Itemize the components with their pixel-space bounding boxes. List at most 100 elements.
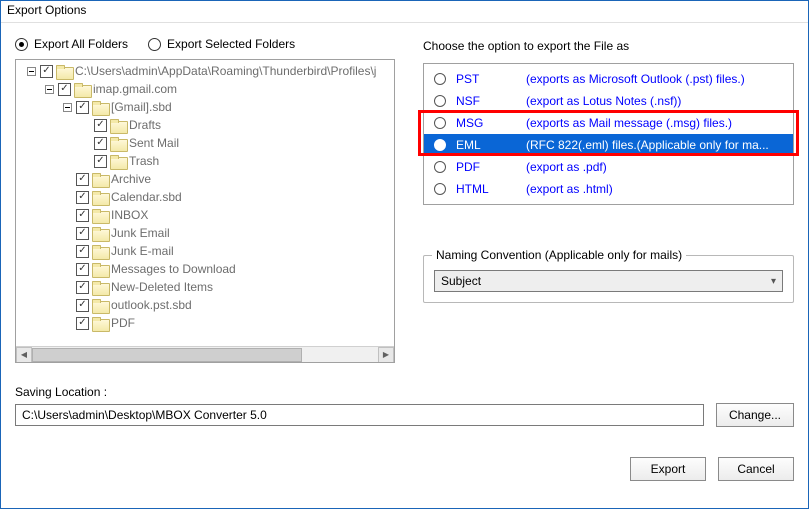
tree-checkbox[interactable]: [76, 245, 89, 258]
tree-item-label: INBOX: [111, 208, 148, 222]
tree-item-label: Junk E-mail: [111, 244, 174, 258]
format-option-pdf[interactable]: PDF (export as .pdf): [424, 156, 793, 178]
tree-collapse-icon[interactable]: [61, 101, 73, 113]
export-options-window: Export Options Export All Folders Export…: [0, 0, 809, 509]
saving-location-value: C:\Users\admin\Desktop\MBOX Converter 5.…: [22, 408, 267, 422]
tree-expander-placeholder: [61, 245, 73, 257]
tree-row[interactable]: Trash: [18, 152, 394, 170]
tree-indent: [18, 233, 58, 234]
tree-item-label: imap.gmail.com: [93, 82, 177, 96]
cancel-button[interactable]: Cancel: [718, 457, 794, 481]
change-button[interactable]: Change...: [716, 403, 794, 427]
tree-row[interactable]: Junk E-mail: [18, 242, 394, 260]
scroll-track[interactable]: [32, 347, 378, 363]
radio-export-selected[interactable]: Export Selected Folders: [148, 37, 295, 51]
format-option-eml[interactable]: EML(RFC 822(.eml) files.(Applicable only…: [424, 134, 793, 156]
tree-row[interactable]: Calendar.sbd: [18, 188, 394, 206]
tree-row[interactable]: New-Deleted Items: [18, 278, 394, 296]
tree-row[interactable]: Drafts: [18, 116, 394, 134]
tree-indent: [18, 287, 58, 288]
tree-row[interactable]: C:\Users\admin\AppData\Roaming\Thunderbi…: [18, 62, 394, 80]
radio-icon: [434, 73, 446, 85]
format-name: PST: [456, 72, 516, 86]
tree-collapse-icon[interactable]: [25, 65, 37, 77]
tree-row[interactable]: outlook.pst.sbd: [18, 296, 394, 314]
tree-checkbox[interactable]: [94, 155, 107, 168]
tree-checkbox[interactable]: [94, 119, 107, 132]
tree-item-label: Calendar.sbd: [111, 190, 182, 204]
horizontal-scrollbar[interactable]: ◀ ▶: [16, 346, 394, 362]
saving-location-section: Saving Location : C:\Users\admin\Desktop…: [15, 385, 794, 427]
tree-checkbox[interactable]: [58, 83, 71, 96]
tree-checkbox[interactable]: [76, 191, 89, 204]
format-description: (exports as Mail message (.msg) files.): [526, 116, 783, 130]
radio-export-all[interactable]: Export All Folders: [15, 37, 128, 51]
tree-checkbox[interactable]: [76, 209, 89, 222]
scroll-left-button[interactable]: ◀: [16, 347, 32, 363]
saving-location-input[interactable]: C:\Users\admin\Desktop\MBOX Converter 5.…: [15, 404, 704, 426]
radio-icon: [434, 139, 446, 151]
folder-icon: [110, 137, 126, 150]
tree-row[interactable]: Junk Email: [18, 224, 394, 242]
export-button[interactable]: Export: [630, 457, 706, 481]
format-option-msg[interactable]: MSG(exports as Mail message (.msg) files…: [424, 112, 793, 134]
tree-row[interactable]: imap.gmail.com: [18, 80, 394, 98]
format-name: EML: [456, 138, 516, 152]
radio-icon: [434, 117, 446, 129]
tree-checkbox[interactable]: [94, 137, 107, 150]
folder-icon: [92, 227, 108, 240]
folder-icon: [92, 191, 108, 204]
scroll-thumb[interactable]: [32, 348, 302, 362]
tree-indent: [18, 143, 76, 144]
format-option-html[interactable]: HTML(export as .html): [424, 178, 793, 200]
tree-item-label: [Gmail].sbd: [111, 100, 172, 114]
dropdown-value: Subject: [441, 274, 481, 288]
folder-tree: C:\Users\admin\AppData\Roaming\Thunderbi…: [15, 59, 395, 363]
tree-item-label: PDF: [111, 316, 135, 330]
tree-item-label: Trash: [129, 154, 159, 168]
tree-row[interactable]: [Gmail].sbd: [18, 98, 394, 116]
tree-expander-placeholder: [61, 191, 73, 203]
tree-expander-placeholder: [61, 173, 73, 185]
radio-icon: [434, 183, 446, 195]
tree-row[interactable]: PDF: [18, 314, 394, 332]
tree-expander-placeholder: [61, 263, 73, 275]
tree-expander-placeholder: [61, 209, 73, 221]
scroll-right-button[interactable]: ▶: [378, 347, 394, 363]
tree-row[interactable]: Archive: [18, 170, 394, 188]
format-description: (exports as Microsoft Outlook (.pst) fil…: [526, 72, 783, 86]
tree-checkbox[interactable]: [76, 227, 89, 240]
tree-checkbox[interactable]: [76, 281, 89, 294]
tree-expander-placeholder: [61, 317, 73, 329]
radio-icon: [148, 38, 161, 51]
tree-checkbox[interactable]: [40, 65, 53, 78]
tree-item-label: New-Deleted Items: [111, 280, 213, 294]
tree-checkbox[interactable]: [76, 101, 89, 114]
naming-convention-group: Naming Convention (Applicable only for m…: [423, 255, 794, 303]
right-column: Choose the option to export the File as …: [423, 33, 794, 363]
folder-icon: [110, 155, 126, 168]
tree-row[interactable]: Messages to Download: [18, 260, 394, 278]
folder-tree-viewport[interactable]: C:\Users\admin\AppData\Roaming\Thunderbi…: [16, 60, 394, 346]
tree-checkbox[interactable]: [76, 317, 89, 330]
tree-checkbox[interactable]: [76, 173, 89, 186]
folder-icon: [92, 245, 108, 258]
naming-convention-legend: Naming Convention (Applicable only for m…: [432, 248, 686, 262]
tree-indent: [18, 269, 58, 270]
tree-item-label: C:\Users\admin\AppData\Roaming\Thunderbi…: [75, 64, 376, 78]
format-option-nsf[interactable]: NSF(export as Lotus Notes (.nsf)): [424, 90, 793, 112]
format-description: (export as .pdf): [526, 160, 783, 174]
tree-row[interactable]: INBOX: [18, 206, 394, 224]
format-heading: Choose the option to export the File as: [423, 33, 794, 63]
format-name: HTML: [456, 182, 516, 196]
tree-item-label: Sent Mail: [129, 136, 179, 150]
naming-convention-dropdown[interactable]: Subject ▾: [434, 270, 783, 292]
tree-row[interactable]: Sent Mail: [18, 134, 394, 152]
tree-checkbox[interactable]: [76, 263, 89, 276]
folder-icon: [92, 173, 108, 186]
tree-checkbox[interactable]: [76, 299, 89, 312]
tree-collapse-icon[interactable]: [43, 83, 55, 95]
radio-icon: [15, 38, 28, 51]
format-option-pst[interactable]: PST (exports as Microsoft Outlook (.pst) …: [424, 68, 793, 90]
format-name: PDF: [456, 160, 516, 174]
